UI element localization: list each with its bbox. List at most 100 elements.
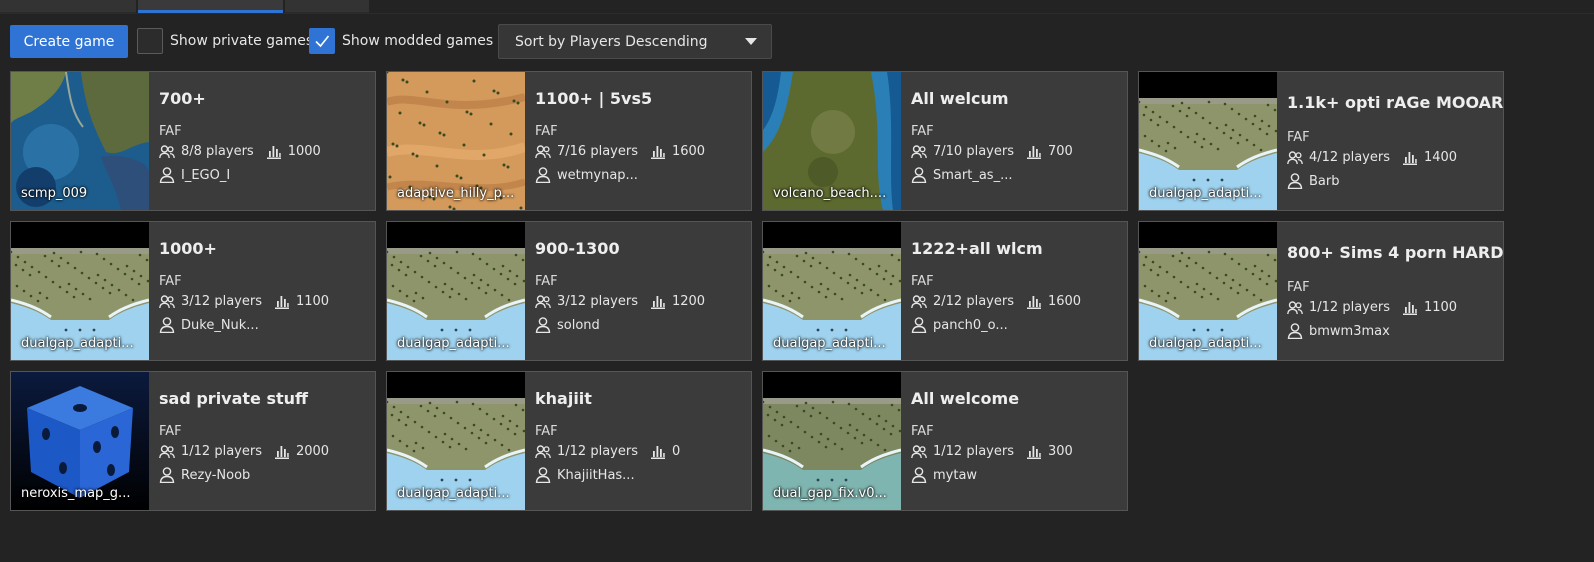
tab-divider [0,13,1594,14]
host-icon [535,317,551,333]
game-card[interactable]: dualgap_adapti... 1.1k+ opti rAGe MOOAR … [1138,71,1504,211]
game-stats: 3/12 players 1100 [159,294,329,309]
game-host: Rezy-Noob [159,467,250,483]
create-game-button[interactable]: Create game [10,25,128,58]
players-icon [911,294,927,308]
game-stats: 8/8 players 1000 [159,144,321,159]
host-icon [159,467,175,483]
host-icon [911,317,927,333]
game-card[interactable]: scmp_009 700+ FAF 8/8 players 1000 I_EGO… [10,71,376,211]
game-card[interactable]: dualgap_adapti... 1000+ FAF 3/12 players… [10,221,376,361]
tab-active[interactable] [138,0,283,13]
sort-select[interactable]: Sort by Players Descending [498,24,772,59]
players-icon [1287,300,1303,314]
game-title: sad private stuff [159,389,308,408]
game-mod: FAF [535,124,558,139]
game-host: I_EGO_I [159,167,230,183]
game-host: panch0_o... [911,317,1008,333]
game-card[interactable]: dualgap_adapti... 1222+all wlcm FAF 2/12… [762,221,1128,361]
game-mod: FAF [535,274,558,289]
players-icon [159,294,175,308]
host-name: I_EGO_I [181,167,231,183]
host-name: bmwm3max [1309,323,1390,339]
show-modded-checkbox[interactable] [309,28,335,54]
game-card[interactable]: dualgap_adapti... khajiit FAF 1/12 playe… [386,371,752,511]
rating-value: 2000 [295,444,330,459]
game-stats: 1/12 players 300 [911,444,1073,459]
map-preview: dualgap_adapti... [763,222,901,360]
sort-select-value: Sort by Players Descending [515,33,708,50]
show-modded-toggle[interactable]: Show modded games [309,28,493,54]
rating-value: 0 [671,444,681,459]
show-private-label: Show private games [170,33,314,49]
game-host: Duke_Nuk... [159,317,259,333]
tab-previous[interactable] [0,0,136,13]
game-host: KhajiitHas... [535,467,635,483]
rating-icon [274,445,289,459]
player-count: 1/12 players [933,444,1014,459]
map-preview: adaptive_hilly_p... [387,72,525,210]
show-private-toggle[interactable]: Show private games [137,28,313,54]
rating-icon [1026,295,1041,309]
host-icon [535,167,551,183]
map-name: dualgap_adapti... [397,486,510,501]
show-modded-label: Show modded games [342,33,494,49]
map-name: neroxis_map_g... [21,486,131,501]
host-name: Barb [1309,173,1340,189]
game-stats: 7/16 players 1600 [535,144,705,159]
game-stats: 1/12 players 2000 [159,444,329,459]
game-mod: FAF [159,424,182,439]
map-name: dual_gap_fix.v0... [773,486,887,501]
player-count: 7/16 players [557,144,638,159]
rating-icon [650,145,665,159]
rating-icon [1402,301,1417,315]
game-mod: FAF [535,424,558,439]
show-private-checkbox[interactable] [137,28,163,54]
map-preview: dualgap_adapti... [387,372,525,510]
host-name: panch0_o... [933,317,1008,333]
game-title: 1000+ [159,239,217,258]
game-mod: FAF [911,124,934,139]
game-stats: 4/12 players 1400 [1287,150,1457,165]
tab-next[interactable] [285,0,369,13]
game-title: All welcome [911,389,1020,408]
map-preview: scmp_009 [11,72,149,210]
game-title: 900-1300 [535,239,620,258]
game-card[interactable]: neroxis_map_g... sad private stuff FAF 1… [10,371,376,511]
host-icon [911,467,927,483]
game-mod: FAF [1287,130,1310,145]
game-card[interactable]: adaptive_hilly_p... 1100+ | 5vs5 FAF 7/1… [386,71,752,211]
player-count: 8/8 players [181,144,254,159]
host-name: mytaw [933,467,978,483]
host-name: Duke_Nuk... [181,317,259,333]
map-preview: dualgap_adapti... [1139,72,1277,210]
rating-icon [274,295,289,309]
game-stats: 2/12 players 1600 [911,294,1081,309]
host-name: Smart_as_... [933,167,1013,183]
map-name: dualgap_adapti... [21,336,134,351]
rating-value: 1000 [287,144,321,159]
game-host: wetmynap... [535,167,638,183]
checkmark-icon [315,35,330,48]
games-toolbar: Create game Show private games Show modd… [10,24,1570,59]
game-title: 700+ [159,89,206,108]
host-icon [911,167,927,183]
players-icon [535,444,551,458]
players-icon [159,144,175,158]
player-count: 3/12 players [557,294,638,309]
game-card[interactable]: dual_gap_fix.v0... All welcome FAF 1/12 … [762,371,1128,511]
host-icon [159,317,175,333]
game-mod: FAF [911,274,934,289]
game-mod: FAF [1287,280,1310,295]
map-name: dualgap_adapti... [1149,336,1262,351]
host-icon [159,167,175,183]
game-host: Smart_as_... [911,167,1012,183]
rating-value: 1400 [1423,150,1458,165]
players-icon [1287,150,1303,164]
map-preview: dualgap_adapti... [11,222,149,360]
host-icon [1287,173,1303,189]
game-card[interactable]: volcano_beach.... All welcum FAF 7/10 pl… [762,71,1128,211]
game-title: khajiit [535,389,592,408]
game-card[interactable]: dualgap_adapti... 900-1300 FAF 3/12 play… [386,221,752,361]
game-card[interactable]: dualgap_adapti... 800+ Sims 4 porn HARD … [1138,221,1504,361]
